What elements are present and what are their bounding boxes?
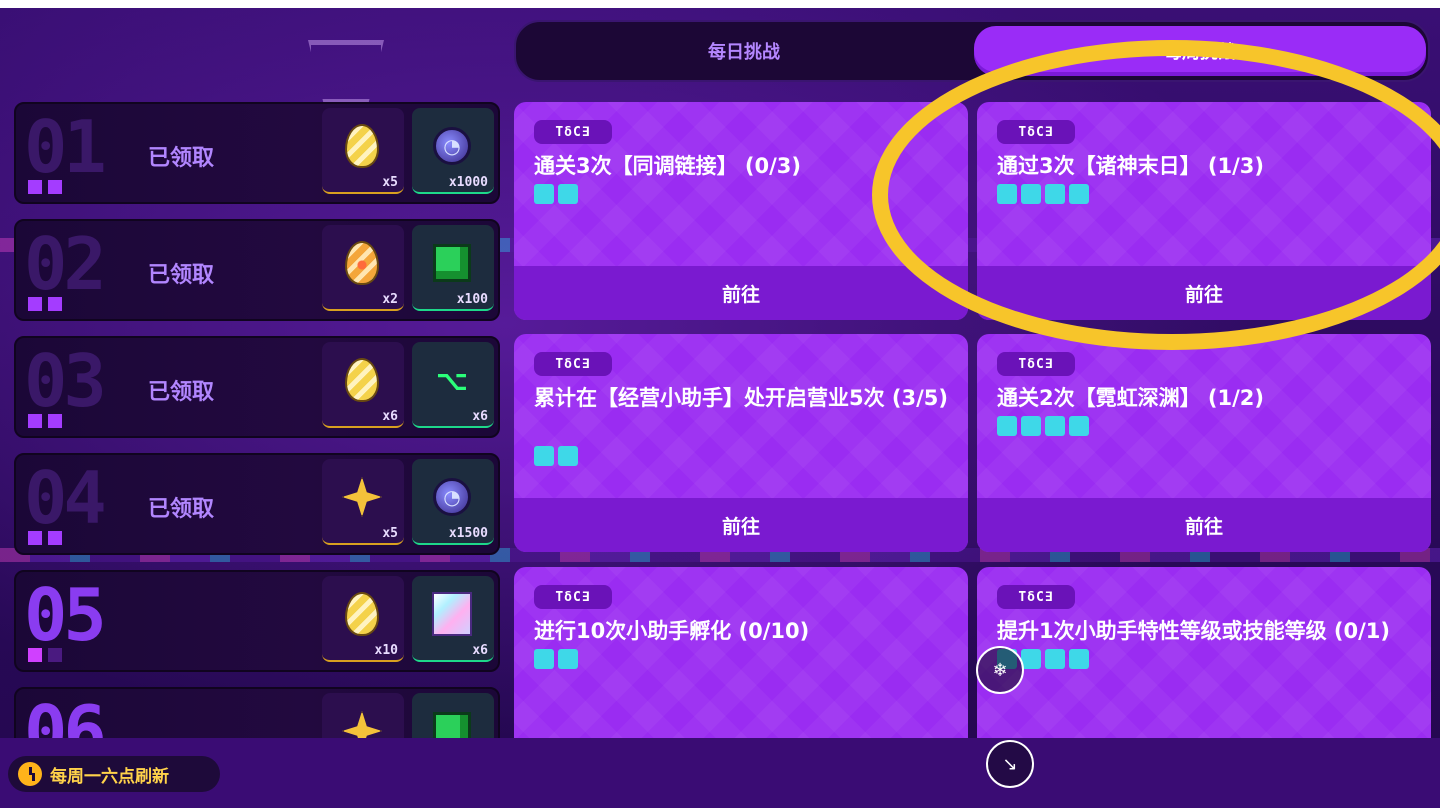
green-cube-icon [433, 244, 471, 282]
claim-status: 已领取 [148, 380, 215, 405]
item-quantity: x6 [382, 409, 398, 424]
reward-item[interactable]: ⌥ x6 [412, 342, 494, 428]
task-difficulty-dots [997, 416, 1089, 436]
task-difficulty-dots [534, 184, 578, 204]
snowflake-button[interactable]: ❄ [976, 646, 1024, 694]
challenge-tab-bar: 每日挑战 每周挑战 [514, 20, 1430, 82]
task-difficulty-dots [534, 649, 578, 669]
reward-item[interactable]: x6 [412, 576, 494, 662]
top-edge [0, 0, 1440, 8]
task-card: TδC∃ 通关3次【同调链接】 (0/3) 前往 [514, 102, 968, 320]
item-quantity: x2 [382, 292, 398, 307]
item-quantity: x100 [456, 292, 488, 307]
reward-item[interactable]: x2 [322, 225, 404, 311]
reward-row[interactable]: 03 已领取 x6 ⌥ x6 [14, 336, 500, 438]
reward-item[interactable]: x100 [412, 225, 494, 311]
claim-status: 已领取 [148, 263, 215, 288]
task-title: 提升1次小助手特性等级或技能等级 (0/1) [997, 619, 1391, 643]
go-button[interactable]: 前往 [977, 498, 1431, 552]
reward-item[interactable]: x10 [322, 576, 404, 662]
go-button[interactable]: 前往 [977, 266, 1431, 320]
refresh-info: 每周一六点刷新 [8, 756, 220, 792]
task-card: TδC∃ 通关2次【霓虹深渊】 (1/2) 前往 [977, 334, 1431, 552]
task-title: 通关3次【同调链接】 (0/3) [534, 154, 802, 178]
task-title: 通过3次【诸神末日】 (1/3) [997, 154, 1265, 178]
task-card: TδC∃ 累计在【经营小助手】处开启营业5次 (3/5) 前往 [514, 334, 968, 552]
task-card: TδC∃ 通过3次【诸神末日】 (1/3) 前往 [977, 102, 1431, 320]
item-quantity: x5 [382, 526, 398, 541]
item-quantity: x6 [472, 409, 488, 424]
prism-cube-icon [432, 592, 472, 636]
reward-item[interactable]: x5 [322, 108, 404, 194]
reward-row[interactable]: 02 已领取 x2 x100 [14, 219, 500, 321]
task-title: 累计在【经营小助手】处开启营业5次 (3/5) [534, 386, 949, 410]
reward-tier-number: 04 [24, 456, 107, 540]
purple-coin-icon: ◔ [433, 127, 471, 165]
gold-star-icon [342, 477, 382, 517]
go-button[interactable]: 前往 [514, 266, 968, 320]
item-quantity: x6 [472, 643, 488, 658]
tier-progress-dots [28, 297, 62, 311]
tier-progress-dots [28, 414, 62, 428]
task-tag: TδC∃ [534, 120, 612, 144]
cursor-button[interactable]: ↘ [986, 740, 1034, 788]
tier-progress-dots [28, 648, 62, 662]
reward-tier-number: 05 [24, 573, 107, 657]
striped-egg-icon [345, 124, 379, 168]
task-difficulty-dots [997, 184, 1089, 204]
task-tag: TδC∃ [534, 352, 612, 376]
reward-row[interactable]: 01 已领取 x5 ◔ x1000 [14, 102, 500, 204]
reward-item[interactable]: ◔ x1000 [412, 108, 494, 194]
reward-item[interactable]: ◔ x1500 [412, 459, 494, 545]
task-tag: TδC∃ [534, 585, 612, 609]
tier-progress-dots [28, 531, 62, 545]
task-tag: TδC∃ [997, 120, 1075, 144]
tab-daily-challenge[interactable]: 每日挑战 [516, 22, 972, 80]
task-tag: TδC∃ [997, 352, 1075, 376]
reward-tier-number: 01 [24, 105, 107, 189]
item-quantity: x1000 [448, 175, 488, 190]
refresh-text: 每周一六点刷新 [50, 766, 169, 787]
tab-weekly-challenge[interactable]: 每周挑战 [974, 26, 1426, 76]
item-quantity: x1500 [448, 526, 488, 541]
striped-egg-icon [345, 358, 379, 402]
go-button[interactable]: 前往 [514, 498, 968, 552]
reward-tier-number: 03 [24, 339, 107, 423]
reward-item[interactable]: x5 [322, 459, 404, 545]
snowflake-icon: ❄ [992, 659, 1008, 681]
task-title: 进行10次小助手孵化 (0/10) [534, 619, 810, 643]
purple-coin-icon: ◔ [433, 478, 471, 516]
clock-icon [18, 762, 42, 786]
tier-progress-dots [28, 180, 62, 194]
task-title: 通关2次【霓虹深渊】 (1/2) [997, 386, 1265, 410]
item-quantity: x10 [374, 643, 398, 658]
task-difficulty-dots [534, 446, 578, 466]
claim-status: 已领取 [148, 497, 215, 522]
reward-tier-number: 02 [24, 222, 107, 306]
task-tag: TδC∃ [997, 585, 1075, 609]
striped-egg-icon [345, 592, 379, 636]
arrow-icon: ↘ [1002, 753, 1018, 775]
red-striped-egg-icon [345, 241, 379, 285]
reward-item[interactable]: x6 [322, 342, 404, 428]
green-key-icon: ⌥ [435, 363, 469, 397]
claim-status: 已领取 [148, 146, 215, 171]
item-quantity: x5 [382, 175, 398, 190]
reward-row[interactable]: 05 x10 x6 [14, 570, 500, 672]
reward-row[interactable]: 04 已领取 x5 ◔ x1500 [14, 453, 500, 555]
